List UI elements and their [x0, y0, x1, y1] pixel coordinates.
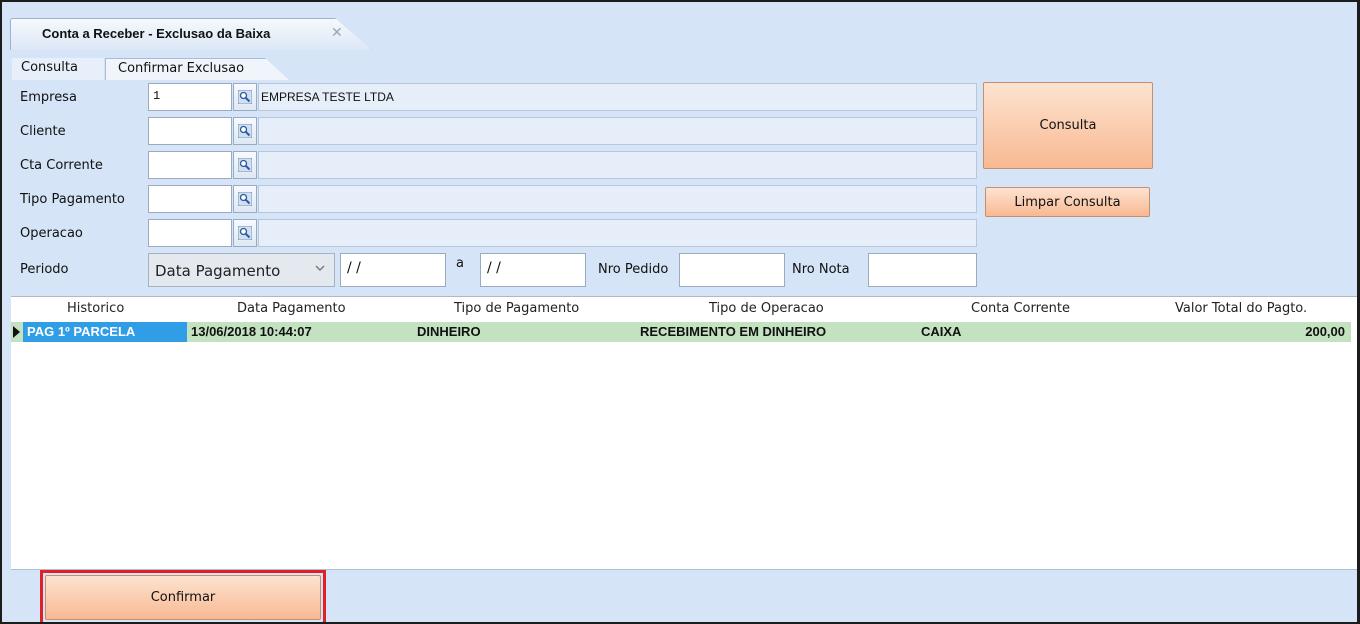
cliente-code-input[interactable]: [148, 117, 232, 145]
tab-confirmar-exclusao[interactable]: Confirmar Exclusao: [105, 58, 289, 80]
cta-corrente-code-input[interactable]: [148, 151, 232, 179]
cell-historico[interactable]: PAG 1º PARCELA: [23, 322, 187, 342]
nro-nota-label: Nro Nota: [792, 262, 850, 277]
nro-pedido-input[interactable]: [679, 253, 785, 287]
cell-conta-corrente[interactable]: CAIXA: [921, 322, 961, 342]
operacao-lookup-button[interactable]: [233, 219, 257, 247]
cell-data-pagamento[interactable]: 13/06/2018 10:44:07: [191, 322, 312, 342]
date-to-input[interactable]: / /: [480, 253, 586, 287]
magnifier-icon: [238, 226, 252, 240]
nro-nota-input[interactable]: [868, 253, 977, 287]
empresa-label: Empresa: [20, 90, 77, 105]
application-window: Conta a Receber - Exclusao da Baixa ✕ Co…: [0, 0, 1360, 624]
cliente-label: Cliente: [20, 124, 66, 139]
column-header-conta-corrente[interactable]: Conta Corrente: [971, 301, 1070, 316]
column-header-valor-total[interactable]: Valor Total do Pagto.: [1175, 301, 1307, 316]
cell-tipo-operacao[interactable]: RECEBIMENTO EM DINHEIRO: [640, 322, 826, 342]
magnifier-icon: [238, 158, 252, 172]
chevron-down-icon: [314, 261, 326, 279]
cell-tipo-pagamento[interactable]: DINHEIRO: [417, 322, 481, 342]
document-tab[interactable]: Conta a Receber - Exclusao da Baixa ✕: [10, 18, 372, 50]
cell-valor-total[interactable]: 200,00: [1305, 322, 1345, 342]
cta-corrente-label: Cta Corrente: [20, 158, 103, 173]
tab-consulta[interactable]: Consulta: [12, 58, 104, 80]
row-pointer-icon: [13, 326, 20, 338]
document-tab-title: Conta a Receber - Exclusao da Baixa: [42, 26, 271, 41]
periodo-type-select[interactable]: Data Pagamento: [148, 253, 335, 287]
grid-header: Historico Data Pagamento Tipo de Pagamen…: [11, 297, 1357, 321]
consulta-button[interactable]: Consulta: [983, 82, 1153, 169]
cliente-description: [258, 117, 977, 145]
operacao-label: Operacao: [20, 226, 83, 241]
magnifier-icon: [238, 124, 252, 138]
tipo-pagamento-label: Tipo Pagamento: [20, 192, 125, 207]
nro-pedido-label: Nro Pedido: [598, 262, 669, 277]
magnifier-icon: [238, 90, 252, 104]
column-header-historico[interactable]: Historico: [67, 301, 124, 316]
empresa-lookup-button[interactable]: [233, 83, 257, 111]
confirmar-highlight-outline: [40, 570, 326, 622]
column-header-tipo-operacao[interactable]: Tipo de Operacao: [709, 301, 824, 316]
periodo-type-value: Data Pagamento: [155, 262, 281, 280]
tipo-pagamento-lookup-button[interactable]: [233, 185, 257, 213]
column-header-tipo-pagamento[interactable]: Tipo de Pagamento: [454, 301, 579, 316]
date-from-input[interactable]: / /: [340, 253, 446, 287]
magnifier-icon: [238, 192, 252, 206]
periodo-label: Periodo: [20, 262, 69, 277]
empresa-code-input[interactable]: 1: [148, 83, 232, 111]
operacao-description: [258, 219, 977, 247]
column-header-data-pagamento[interactable]: Data Pagamento: [237, 301, 346, 316]
cta-corrente-lookup-button[interactable]: [233, 151, 257, 179]
limpar-consulta-button[interactable]: Limpar Consulta: [985, 187, 1150, 217]
tipo-pagamento-description: [258, 185, 977, 213]
results-grid: Historico Data Pagamento Tipo de Pagamen…: [11, 296, 1357, 569]
cliente-lookup-button[interactable]: [233, 117, 257, 145]
date-range-separator: a: [456, 256, 464, 271]
empresa-description: EMPRESA TESTE LTDA: [258, 83, 977, 111]
tipo-pagamento-code-input[interactable]: [148, 185, 232, 213]
operacao-code-input[interactable]: [148, 219, 232, 247]
close-icon[interactable]: ✕: [331, 25, 343, 41]
table-row[interactable]: PAG 1º PARCELA 13/06/2018 10:44:07 DINHE…: [11, 322, 1351, 342]
cta-corrente-description: [258, 151, 977, 179]
